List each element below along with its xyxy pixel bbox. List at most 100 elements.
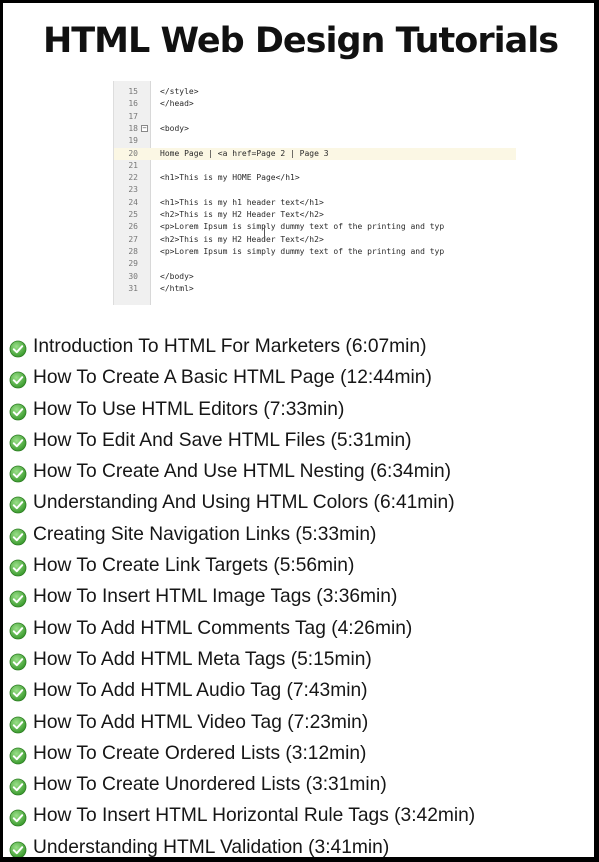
tutorial-item: How To Add HTML Meta Tags (5:15min) xyxy=(9,644,594,675)
line-number: 28 xyxy=(128,246,138,256)
check-circle-icon xyxy=(9,431,27,452)
code-line: 21 xyxy=(114,160,516,172)
tutorial-label: Creating Site Navigation Links (5:33min) xyxy=(33,523,377,545)
tutorial-label: How To Insert HTML Image Tags (3:36min) xyxy=(33,586,398,608)
tutorial-item: How To Insert HTML Horizontal Rule Tags … xyxy=(9,800,594,831)
tutorial-item: How To Create And Use HTML Nesting (6:34… xyxy=(9,456,594,487)
line-number: 25 xyxy=(128,210,138,219)
tutorial-item: How To Use HTML Editors (7:33min) xyxy=(9,394,594,425)
code-text: </head> xyxy=(160,99,194,109)
code-text: <h1>This is my h1 header text</h1> xyxy=(160,197,324,207)
line-number: 26 xyxy=(128,222,138,232)
line-number: 19 xyxy=(128,136,138,146)
code-line: 23 xyxy=(114,184,516,196)
tutorial-item: Understanding And Using HTML Colors (6:4… xyxy=(9,487,594,518)
code-line: 29 xyxy=(114,258,516,270)
code-line: 26 <p>Lorem Ipsum is simply dummy text of… xyxy=(114,221,516,233)
tutorial-label: Understanding HTML Validation (3:41min) xyxy=(33,836,390,857)
tutorial-item: How To Add HTML Video Tag (7:23min) xyxy=(9,707,594,738)
line-number: 20 xyxy=(128,148,138,158)
tutorial-label: How To Create A Basic HTML Page (12:44mi… xyxy=(33,367,432,389)
line-number: 31 xyxy=(128,283,138,293)
line-number: 30 xyxy=(128,271,138,281)
tutorial-item: How To Create Unordered Lists (3:31min) xyxy=(9,769,594,800)
tutorial-label: How To Add HTML Comments Tag (4:26min) xyxy=(33,617,413,639)
check-circle-icon xyxy=(9,713,27,733)
tutorial-label: How To Create And Use HTML Nesting (6:34… xyxy=(33,461,452,483)
line-number: 22 xyxy=(128,173,138,183)
code-text: <p>Lorem Ipsum is simply dummy text of t… xyxy=(160,222,445,232)
check-circle-icon xyxy=(9,619,27,640)
check-circle-icon xyxy=(9,368,27,389)
code-text: </style> xyxy=(160,87,199,96)
check-circle-icon xyxy=(9,493,27,514)
tutorial-item: How To Insert HTML Image Tags (3:36min) xyxy=(9,581,594,612)
text-cursor-icon xyxy=(264,225,265,241)
code-text: Home Page | <a href=Page 2 | Page 3 xyxy=(160,148,329,158)
code-line: 28 <p>Lorem Ipsum is simply dummy text of… xyxy=(114,246,516,258)
tutorial-label: Introduction To HTML For Marketers (6:07… xyxy=(33,336,427,357)
check-circle-icon xyxy=(9,556,27,577)
check-circle-icon xyxy=(9,587,27,608)
check-circle-icon xyxy=(9,337,27,358)
tutorial-list: Introduction To HTML For Marketers (6:07… xyxy=(9,331,594,857)
check-circle-icon xyxy=(9,525,27,546)
code-line: 30 </body> xyxy=(114,271,516,283)
line-number: 24 xyxy=(128,197,138,207)
tutorial-item: How To Add HTML Audio Tag (7:43min) xyxy=(9,675,594,706)
tutorial-label: How To Create Ordered Lists (3:12min) xyxy=(33,742,367,764)
tutorial-item: Creating Site Navigation Links (5:33min) xyxy=(9,519,594,550)
tutorial-item: How To Create Ordered Lists (3:12min) xyxy=(9,738,594,769)
check-circle-icon xyxy=(9,775,27,796)
tutorial-label: How To Use HTML Editors (7:33min) xyxy=(33,398,345,420)
tutorial-label: How To Edit And Save HTML Files (5:31min… xyxy=(33,429,412,451)
check-circle-icon xyxy=(9,744,27,765)
code-line: 24 <h1>This is my h1 header text</h1> xyxy=(114,197,516,209)
code-text: </body> xyxy=(160,271,194,281)
line-number: 16 xyxy=(128,99,138,109)
fold-toggle-icon: − xyxy=(141,123,148,132)
tutorial-item: How To Create A Basic HTML Page (12:44mi… xyxy=(9,362,594,393)
tutorial-item: Introduction To HTML For Marketers (6:07… xyxy=(9,331,594,362)
line-number: 17 xyxy=(128,111,138,121)
page-frame: HTML Web Design Tutorials 15 </style> 16 </… xyxy=(3,3,594,857)
line-number: 29 xyxy=(128,259,138,269)
code-text: <h2>This is my H2 Header Text</h2> xyxy=(160,234,324,244)
code-line: 27 <h2>This is my H2 Header Text</h2> xyxy=(114,234,516,246)
code-text: <h1>This is my HOME Page</h1> xyxy=(160,173,300,183)
code-editor-screenshot: 15 </style> 16 </head> 17 18− <body> 19 20 Home P… xyxy=(113,81,516,305)
code-line: 16 </head> xyxy=(114,98,516,110)
code-line: 20 Home Page | <a href=Page 2 | Page 3 xyxy=(114,147,516,160)
check-circle-icon xyxy=(9,400,27,420)
tutorial-label: How To Create Unordered Lists (3:31min) xyxy=(33,774,387,796)
code-line: 31 </html> xyxy=(114,283,516,295)
line-number: 21 xyxy=(128,160,138,170)
tutorial-item: How To Add HTML Comments Tag (4:26min) xyxy=(9,613,594,644)
tutorial-label: Understanding And Using HTML Colors (6:4… xyxy=(33,492,455,514)
line-number: 27 xyxy=(128,234,138,244)
code-line: 25 <h2>This is my H2 Header Text</h2> xyxy=(114,209,516,221)
code-line: 15 </style> xyxy=(114,86,516,98)
page-title: HTML Web Design Tutorials xyxy=(43,21,559,61)
code-text: </html> xyxy=(160,283,194,293)
code-line: 22 <h1>This is my HOME Page</h1> xyxy=(114,172,516,184)
code-text: <p>Lorem Ipsum is simply dummy text of t… xyxy=(160,246,445,256)
code-line: 19 xyxy=(114,135,516,147)
check-circle-icon xyxy=(9,462,27,483)
check-circle-icon xyxy=(9,806,27,827)
code-line: 18− <body> xyxy=(114,123,516,135)
tutorial-label: How To Add HTML Meta Tags (5:15min) xyxy=(33,648,372,670)
code-text: <body> xyxy=(160,123,189,133)
tutorial-label: How To Insert HTML Horizontal Rule Tags … xyxy=(33,805,476,827)
code-line: 17 xyxy=(114,111,516,123)
check-circle-icon xyxy=(9,838,27,857)
line-number: 18 xyxy=(128,123,138,133)
code-text: <h2>This is my H2 Header Text</h2> xyxy=(160,210,324,219)
check-circle-icon xyxy=(9,681,27,702)
tutorial-item: Understanding HTML Validation (3:41min) xyxy=(9,832,594,857)
line-number: 15 xyxy=(128,87,138,96)
tutorial-label: How To Create Link Targets (5:56min) xyxy=(33,555,355,577)
check-circle-icon xyxy=(9,650,27,671)
tutorial-label: How To Add HTML Audio Tag (7:43min) xyxy=(33,680,368,702)
tutorial-item: How To Create Link Targets (5:56min) xyxy=(9,550,594,581)
